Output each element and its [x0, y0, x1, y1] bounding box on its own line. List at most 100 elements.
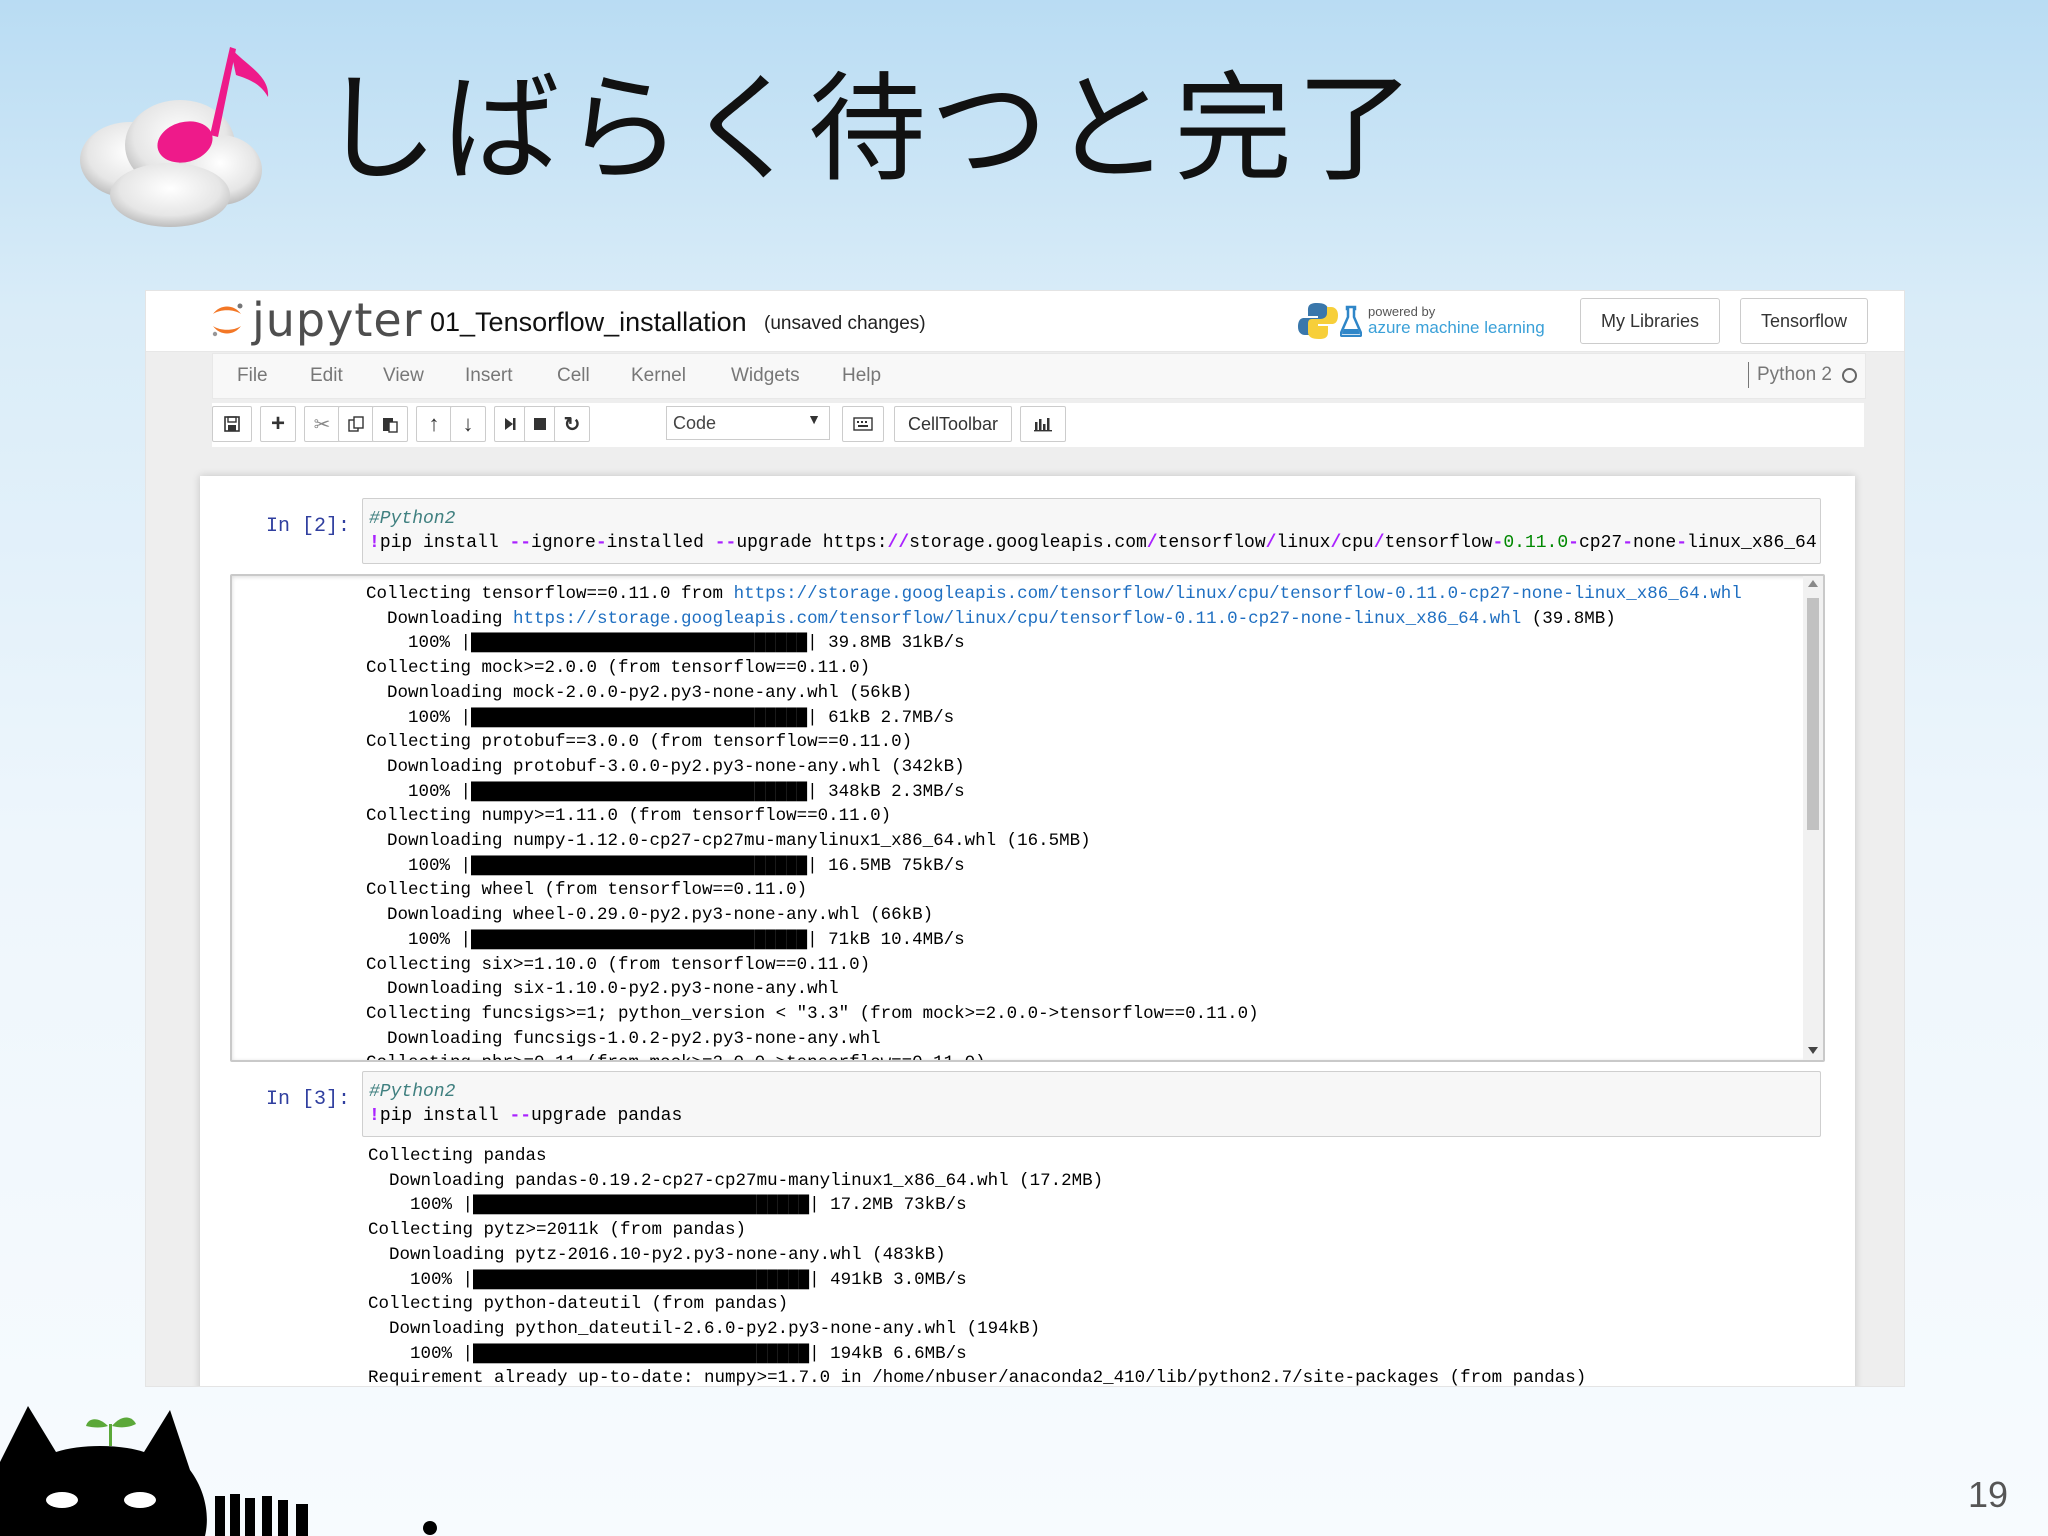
paste-button[interactable] — [372, 406, 408, 442]
cell-1-output: Collecting tensorflow==0.11.0 from https… — [366, 582, 1742, 1060]
output-line: Collecting pandas — [368, 1146, 547, 1166]
chart-button[interactable] — [1020, 406, 1066, 442]
jupyter-window: jupyter 01_Tensorflow_installation (unsa… — [145, 290, 1905, 1387]
menu-file[interactable]: File — [237, 365, 268, 387]
output-line: Collecting protobuf==3.0.0 (from tensorf… — [366, 732, 913, 753]
menu-help[interactable]: Help — [842, 365, 881, 387]
menu-widgets[interactable]: Widgets — [731, 365, 800, 387]
command-palette-button[interactable] — [842, 406, 884, 442]
cell-1-comment: #Python2 — [369, 509, 456, 529]
copy-icon — [348, 416, 364, 432]
jupyter-header: jupyter 01_Tensorflow_installation (unsa… — [146, 291, 1904, 352]
output-line: Downloading pandas-0.19.2-cp27-cp27mu-ma… — [368, 1170, 1104, 1191]
bar-chart-icon — [1034, 418, 1052, 432]
cut-button[interactable]: ✂ — [304, 406, 340, 442]
output-line: Downloading pytz-2016.10-py2.py3-none-an… — [368, 1244, 946, 1265]
output-line: 100% |████████████████████████████████| … — [368, 1343, 967, 1364]
output-line: Collecting pytz>=2011k (from pandas) — [368, 1220, 747, 1241]
cell-type-select[interactable]: Code ▼ — [666, 406, 830, 440]
refresh-icon: ↻ — [563, 413, 581, 436]
python-logo-icon — [1298, 303, 1338, 339]
save-button[interactable] — [212, 406, 252, 442]
output-line: Collecting funcsigs>=1; python_version <… — [366, 1003, 1259, 1024]
kernel-idle-icon — [1842, 367, 1857, 383]
arrow-down-icon: ↓ — [462, 411, 474, 436]
output-link[interactable]: https://storage.googleapis.com/tensorflo… — [513, 609, 1521, 629]
slide-title: しばらく待つと完了 — [320, 60, 1419, 198]
move-down-button[interactable]: ↓ — [450, 406, 486, 442]
insert-cell-button[interactable]: + — [260, 406, 296, 442]
scroll-up-icon[interactable] — [1808, 580, 1818, 587]
cell-2-prompt: In [3]: — [265, 1088, 350, 1111]
music-note-cloud-icon — [80, 47, 269, 227]
output-line: Requirement already up-to-date: numpy>=1… — [368, 1368, 1587, 1387]
copy-button[interactable] — [338, 406, 374, 442]
keyboard-icon — [853, 417, 873, 431]
azure-name-label: azure machine learning — [1368, 317, 1545, 337]
tensorflow-library-button[interactable]: Tensorflow — [1740, 298, 1868, 344]
black-cat-illustration-icon — [0, 1406, 437, 1536]
toolbar: + ✂ ↑ ↓ ↻ Code ▼ CellToolbar — [212, 403, 1864, 447]
output-line: 100% |████████████████████████████████| … — [366, 855, 965, 876]
step-forward-icon — [505, 418, 516, 430]
celltoolbar-button[interactable]: CellToolbar — [894, 406, 1012, 442]
output-line: Downloading wheel-0.29.0-py2.py3-none-an… — [366, 905, 934, 926]
output-line: Collecting wheel (from tensorflow==0.11.… — [366, 880, 808, 901]
flask-icon — [1340, 305, 1362, 337]
menu-edit[interactable]: Edit — [310, 365, 343, 387]
cell-2-output: Collecting pandas Downloading pandas-0.1… — [368, 1144, 1587, 1387]
output-line: 100% |████████████████████████████████| … — [368, 1195, 967, 1216]
output-line: Downloading https://storage.googleapis.c… — [366, 608, 1616, 629]
notebook-save-status: (unsaved changes) — [764, 313, 926, 334]
notebook-name[interactable]: 01_Tensorflow_installation — [430, 307, 747, 338]
output-link[interactable]: https://storage.googleapis.com/tensorflo… — [734, 584, 1742, 604]
output-line: 100% |████████████████████████████████| … — [368, 1269, 967, 1290]
stop-icon — [534, 418, 546, 430]
output-line: Downloading mock-2.0.0-py2.py3-none-any.… — [366, 682, 913, 703]
output-line: 100% |████████████████████████████████| … — [366, 707, 955, 728]
cell-1-output-scroll[interactable]: Collecting tensorflow==0.11.0 from https… — [230, 574, 1825, 1062]
output-line: Downloading six-1.10.0-py2.py3-none-any.… — [366, 979, 839, 1000]
output-line: Collecting python-dateutil (from pandas) — [368, 1294, 789, 1315]
output-line: 100% |████████████████████████████████| … — [366, 781, 965, 802]
kernel-indicator: Python 2 — [1748, 362, 1857, 388]
output-line: Collecting tensorflow==0.11.0 from https… — [366, 584, 1742, 604]
my-libraries-button[interactable]: My Libraries — [1580, 298, 1720, 344]
cell-1-prompt: In [2]: — [265, 515, 350, 538]
output-line: Downloading funcsigs-1.0.2-py2.py3-none-… — [366, 1028, 881, 1049]
cell-2-input[interactable]: #Python2 !pip install --upgrade pandas — [362, 1071, 1821, 1137]
interrupt-kernel-button[interactable] — [524, 406, 556, 442]
jupyter-logo-icon — [212, 303, 243, 337]
dropdown-arrow-icon: ▼ — [807, 411, 821, 427]
notebook-page: In [2]: #Python2 !pip install --ignore-i… — [200, 476, 1855, 1387]
azure-ml-branding[interactable]: powered by azure machine learning — [1296, 297, 1545, 345]
output-scrollbar[interactable] — [1803, 576, 1823, 1060]
output-line: Collecting mock>=2.0.0 (from tensorflow=… — [366, 658, 871, 679]
output-line: Downloading numpy-1.12.0-cp27-cp27mu-man… — [366, 831, 1091, 852]
restart-kernel-button[interactable]: ↻ — [554, 406, 590, 442]
scroll-thumb[interactable] — [1807, 598, 1819, 830]
cell-2-comment: #Python2 — [369, 1082, 456, 1102]
floppy-icon — [224, 416, 240, 432]
output-line: Collecting six>=1.10.0 (from tensorflow=… — [366, 954, 871, 975]
plus-icon: + — [270, 410, 285, 437]
output-line: 100% |████████████████████████████████| … — [366, 633, 965, 654]
move-up-button[interactable]: ↑ — [416, 406, 452, 442]
cell-type-value: Code — [673, 412, 717, 433]
azure-powered-label: powered by — [1368, 303, 1436, 319]
menu-kernel[interactable]: Kernel — [631, 365, 686, 387]
output-line: Collecting pbr>=0.11 (from mock>=2.0.0->… — [366, 1051, 1742, 1060]
output-line: Collecting numpy>=1.11.0 (from tensorflo… — [366, 806, 892, 827]
scroll-down-icon[interactable] — [1808, 1047, 1818, 1054]
cell-1-input[interactable]: #Python2 !pip install --ignore-installed… — [362, 498, 1821, 564]
kernel-name: Python 2 — [1757, 364, 1832, 385]
menu-insert[interactable]: Insert — [465, 365, 513, 387]
menu-view[interactable]: View — [383, 365, 424, 387]
scissors-icon: ✂ — [313, 413, 331, 436]
jupyter-logo[interactable]: jupyter — [210, 293, 423, 347]
jupyter-logo-text: jupyter — [252, 293, 423, 347]
menu-cell[interactable]: Cell — [557, 365, 590, 387]
output-line: Downloading python_dateutil-2.6.0-py2.py… — [368, 1318, 1041, 1339]
run-cell-button[interactable] — [494, 406, 526, 442]
paste-icon — [383, 418, 398, 433]
